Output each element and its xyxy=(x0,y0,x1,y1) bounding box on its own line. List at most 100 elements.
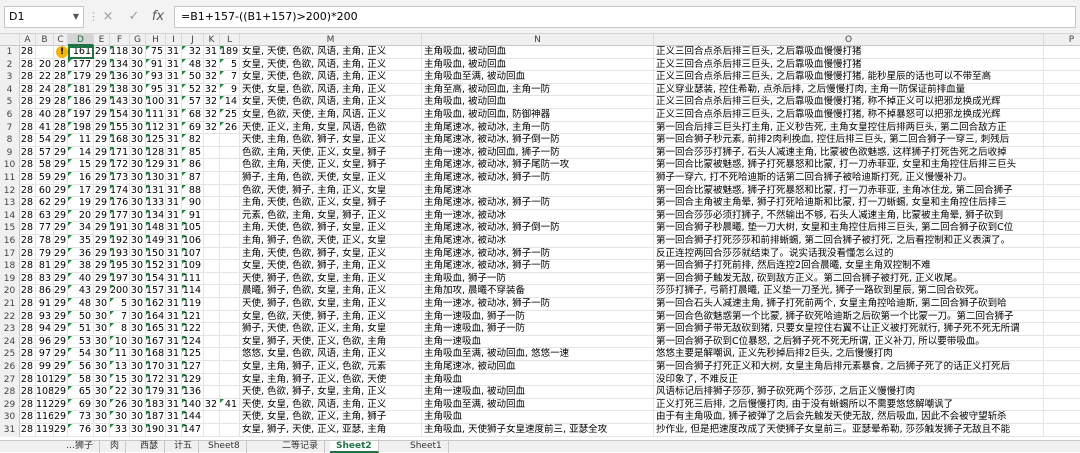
cell-f[interactable]: 33 xyxy=(110,424,130,437)
name-box[interactable]: D1 ▼ xyxy=(4,6,84,28)
cell-h[interactable]: 164 xyxy=(146,310,166,324)
cell-c[interactable]: 29 xyxy=(54,323,68,336)
cell-f[interactable]: 30 xyxy=(110,411,130,424)
row-header[interactable]: 12 xyxy=(0,184,20,198)
cell-f[interactable]: 197 xyxy=(110,272,130,286)
cell-c[interactable]: 29 xyxy=(54,285,68,298)
cell-a[interactable]: 28 xyxy=(20,386,36,399)
cell-f[interactable]: 200 xyxy=(110,285,130,298)
cell-d[interactable]: 20 xyxy=(68,209,94,223)
cell-i[interactable]: 31 xyxy=(166,172,182,185)
cell-o[interactable]: 抄作业, 但是把速度改成了天使狮子女皇前三。亚瑟晕希勒, 莎莎触发狮子无敌且不能 xyxy=(654,424,1044,437)
cell-i[interactable]: 31 xyxy=(166,285,182,298)
column-header-a[interactable]: A xyxy=(20,34,36,46)
cell-b[interactable]: 108 xyxy=(36,386,54,399)
cell-a[interactable]: 28 xyxy=(20,58,36,72)
cell-m[interactable]: 女皇, 天使, 色欲, 风语, 主角, 正义 xyxy=(240,71,422,84)
cell-k[interactable] xyxy=(204,197,220,210)
row-header[interactable]: 20 xyxy=(0,285,20,298)
cell-l[interactable] xyxy=(220,146,240,160)
cell-i[interactable]: 31 xyxy=(166,109,182,122)
cell-c[interactable]: 29 xyxy=(54,134,68,147)
cell-m[interactable]: 女皇, 天使, 色欲, 风语, 主角, 正义 xyxy=(240,46,422,59)
column-header-c[interactable]: C xyxy=(54,34,68,46)
cell-i[interactable]: 31 xyxy=(166,134,182,147)
cell-i[interactable]: 31 xyxy=(166,197,182,210)
cell-d[interactable]: 198 xyxy=(68,121,94,135)
row-header[interactable]: 9 xyxy=(0,146,20,160)
cell-k[interactable]: 32 xyxy=(204,83,220,97)
row-header[interactable]: 18 xyxy=(0,260,20,273)
cell-l[interactable]: 5 xyxy=(220,58,240,72)
cell-i[interactable]: 31 xyxy=(166,310,182,324)
column-header-l[interactable]: L xyxy=(220,34,240,46)
cell-a[interactable]: 28 xyxy=(20,83,36,97)
cell-j[interactable]: 127 xyxy=(182,361,204,374)
column-header-b[interactable]: B xyxy=(36,34,54,46)
cell-j[interactable]: 144 xyxy=(182,411,204,424)
cell-j[interactable]: 136 xyxy=(182,386,204,399)
cell-o[interactable]: 第一回合比蒙被魅惑, 狮子打死暴怒和比蒙, 打一刀赤菲亚, 女皇和主角控住后排三… xyxy=(654,159,1044,172)
cell-k[interactable] xyxy=(204,298,220,311)
cell-e[interactable]: 30 xyxy=(94,386,110,399)
cell-l[interactable] xyxy=(220,272,240,286)
sheet-tab[interactable]: Sheet1 xyxy=(404,441,449,453)
cell-m[interactable]: 女皇, 狮子, 天使, 正义, 色欲, 主角 xyxy=(240,335,422,349)
cell-e[interactable]: 29 xyxy=(94,285,110,298)
cell-a[interactable]: 28 xyxy=(20,184,36,198)
cell-o[interactable]: 正义打死三后排, 之后慢慢打肉, 由于没有蜥蜴所以不需要悠悠解嘲讽了 xyxy=(654,398,1044,412)
cell-b[interactable]: 40 xyxy=(36,109,54,122)
cell-g[interactable]: 30 xyxy=(130,272,146,286)
cell-i[interactable]: 31 xyxy=(166,323,182,336)
cell-j[interactable]: 69 xyxy=(182,121,204,135)
cell-h[interactable]: 112 xyxy=(146,121,166,135)
cell-m[interactable]: 色欲, 主角, 天使, 正义, 女皇, 狮子 xyxy=(240,146,422,160)
cell-g[interactable]: 30 xyxy=(130,222,146,235)
cell-m[interactable]: 悠悠, 女皇, 色欲, 风语, 主角, 正义 xyxy=(240,348,422,361)
cell-o[interactable]: 狮子一穿六, 打不死哈迪斯的话第二回合狮子被哈迪斯打死, 正义慢慢补刀。 xyxy=(654,172,1044,185)
cell-f[interactable]: 177 xyxy=(110,209,130,223)
cell-a[interactable]: 28 xyxy=(20,146,36,160)
cell-i[interactable]: 31 xyxy=(166,121,182,135)
cell-j[interactable]: 32 xyxy=(182,46,204,59)
cell-f[interactable]: 134 xyxy=(110,58,130,72)
cell-l[interactable]: 7 xyxy=(220,71,240,84)
cell-b[interactable]: 101 xyxy=(36,373,54,387)
cell-f[interactable]: 176 xyxy=(110,197,130,210)
cell-b[interactable]: 97 xyxy=(36,348,54,361)
row-header[interactable]: 11 xyxy=(0,172,20,185)
row-header[interactable]: 16 xyxy=(0,235,20,248)
cell-e[interactable]: 29 xyxy=(94,96,110,109)
cell-l[interactable] xyxy=(220,361,240,374)
cell-h[interactable]: 91 xyxy=(146,58,166,72)
cell-a[interactable]: 28 xyxy=(20,310,36,324)
cell-b[interactable]: 81 xyxy=(36,260,54,273)
cell-l[interactable] xyxy=(220,222,240,235)
cell-b[interactable]: 59 xyxy=(36,172,54,185)
cell-l[interactable] xyxy=(220,348,240,361)
column-header-d[interactable]: D xyxy=(68,34,94,46)
cell-m[interactable]: 主角, 天使, 色欲, 狮子, 女皇, 正义 xyxy=(240,222,422,235)
cell-h[interactable]: 170 xyxy=(146,361,166,374)
cell-c[interactable]: 29 xyxy=(54,411,68,424)
cell-f[interactable]: 143 xyxy=(110,96,130,109)
cell-e[interactable]: 29 xyxy=(94,134,110,147)
cell-j[interactable]: 86 xyxy=(182,159,204,172)
cell-f[interactable]: 15 xyxy=(110,373,130,387)
cell-j[interactable]: 121 xyxy=(182,310,204,324)
cell-n[interactable]: 主角尾速冰, 被动冰 xyxy=(422,235,654,248)
cell-l[interactable] xyxy=(220,386,240,399)
cell-k[interactable] xyxy=(204,209,220,223)
cell-n[interactable]: 主角一速冰, 被动冰, 狮子一防 xyxy=(422,298,654,311)
cell-g[interactable]: 30 xyxy=(130,361,146,374)
cell-j[interactable]: 119 xyxy=(182,298,204,311)
cell-o[interactable]: 正义三回合点杀后排三巨头, 之后靠吸血慢慢打猪 xyxy=(654,46,1044,59)
cell-a[interactable]: 28 xyxy=(20,209,36,223)
cell-d[interactable]: 73 xyxy=(68,411,94,424)
cell-a[interactable]: 28 xyxy=(20,222,36,235)
cell-j[interactable]: 114 xyxy=(182,285,204,298)
cell-b[interactable]: 63 xyxy=(36,209,54,223)
cell-c[interactable]: 29 xyxy=(54,235,68,248)
cell-j[interactable]: 87 xyxy=(182,172,204,185)
cell-g[interactable]: 30 xyxy=(130,58,146,72)
